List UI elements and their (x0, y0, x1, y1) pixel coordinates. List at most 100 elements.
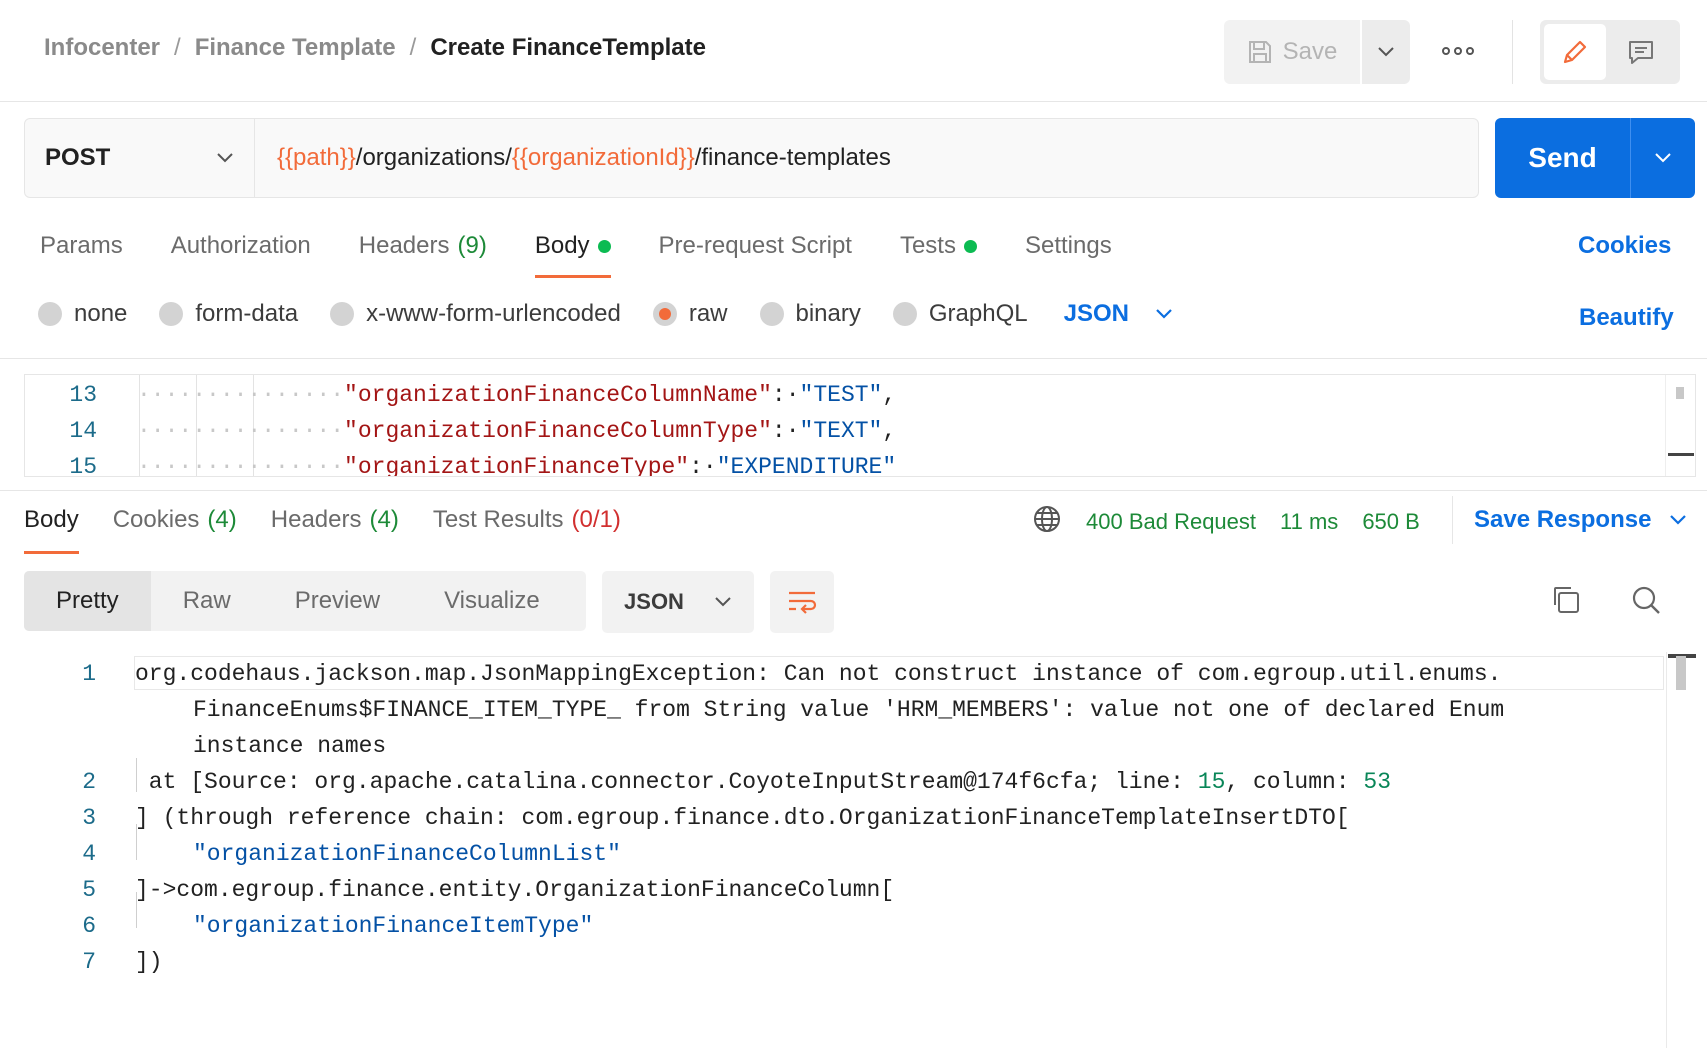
response-tab-test-results[interactable]: Test Results (0/1) (433, 506, 621, 534)
scrollbar-thumb[interactable] (1676, 387, 1684, 399)
line-number: 15 (69, 454, 97, 477)
code-text: at [Source: org.apache.catalina.connecto… (135, 769, 1391, 795)
line-number: 5 (82, 877, 96, 903)
beautify-button[interactable]: Beautify (1579, 304, 1674, 332)
response-time[interactable]: 11 ms (1280, 509, 1338, 535)
tab-settings[interactable]: Settings (1025, 228, 1112, 264)
tab-count: (0/1) (571, 506, 621, 533)
json-comma: , (882, 418, 897, 444)
method-select[interactable]: POST (25, 119, 255, 197)
edit-mode-button[interactable] (1544, 24, 1606, 80)
tab-authorization[interactable]: Authorization (171, 228, 311, 264)
line-number: 7 (82, 949, 96, 975)
json-key: "organizationFinanceType" (344, 454, 690, 477)
tab-count: (4) (369, 506, 399, 533)
breadcrumb-item-infocenter[interactable]: Infocenter (44, 34, 160, 62)
copy-icon (1554, 587, 1579, 613)
radio-icon (38, 302, 62, 326)
tab-tests[interactable]: Tests (900, 228, 977, 264)
send-button[interactable]: Send (1495, 118, 1631, 198)
tab-headers[interactable]: Headers (9) (359, 228, 487, 264)
body-type-form-data[interactable]: form-data (159, 300, 298, 328)
divider (0, 490, 1707, 491)
word-wrap-button[interactable] (770, 571, 834, 633)
tab-label: Body (24, 506, 79, 533)
response-tab-headers[interactable]: Headers (4) (271, 506, 399, 534)
save-response-button[interactable]: Save Response (1474, 506, 1687, 534)
code-text: ] (through reference chain: com.egroup.f… (135, 805, 1350, 831)
cookies-link[interactable]: Cookies (1578, 232, 1671, 260)
chevron-down-icon (1670, 515, 1687, 525)
whitespace-dots: ··············· (137, 382, 345, 408)
tab-params[interactable]: Params (40, 228, 123, 264)
breadcrumb-item-finance-template[interactable]: Finance Template (195, 34, 396, 62)
scrollbar[interactable] (1665, 375, 1695, 476)
status-dot-icon (597, 239, 611, 253)
radio-label: GraphQL (928, 300, 1028, 327)
view-visualize-button[interactable]: Visualize (412, 571, 572, 631)
ellipsis-icon (1442, 47, 1450, 55)
status-dot-icon (963, 239, 977, 253)
wrap-lines-icon (789, 591, 817, 614)
json-colon: :· (771, 382, 800, 408)
view-pretty-button[interactable]: Pretty (24, 571, 151, 631)
comments-mode-button[interactable] (1610, 24, 1672, 80)
whitespace-dots: ··············· (137, 418, 345, 444)
body-type-raw[interactable]: raw (652, 300, 728, 328)
response-tab-body[interactable]: Body (24, 506, 79, 554)
tab-label: Settings (1024, 232, 1112, 259)
code-text: org.codehaus.jackson.map.JsonMappingExce… (135, 661, 1502, 687)
scrollbar-track[interactable] (1666, 652, 1667, 1048)
tab-label: Headers (270, 506, 362, 533)
tab-count: (9) (457, 232, 487, 259)
copy-button[interactable] (1550, 584, 1582, 621)
save-options-button[interactable] (1362, 20, 1410, 84)
tab-label: Tests (899, 232, 956, 259)
json-value: "EXPENDITURE" (716, 454, 897, 477)
body-type-graphql[interactable]: GraphQL (892, 300, 1028, 328)
line-number: 14 (69, 418, 97, 444)
json-value: "TEST" (799, 382, 883, 408)
tab-body[interactable]: Body (534, 228, 611, 278)
url-variable: {{organizationId}} (511, 144, 695, 171)
save-button[interactable]: Save (1224, 20, 1360, 84)
radio-icon (759, 302, 784, 326)
line-number: 13 (69, 382, 97, 408)
scrollbar-thumb[interactable] (1676, 656, 1686, 690)
url-input[interactable]: {{path}} /organizations/ {{organizationI… (255, 119, 891, 197)
request-tabs: Params Authorization Headers (9) Body Pre… (40, 228, 1160, 278)
body-type-urlencoded[interactable]: x-www-form-urlencoded (330, 300, 621, 328)
code-text: instance names (193, 733, 387, 759)
more-options-button[interactable] (1436, 36, 1480, 66)
request-body-editor[interactable]: 13 ··············· "organizationFinanceCol… (24, 374, 1696, 477)
divider (0, 358, 1707, 359)
response-tab-cookies[interactable]: Cookies (4) (113, 506, 237, 534)
response-size[interactable]: 650 B (1362, 509, 1420, 535)
json-colon: :· (689, 454, 717, 477)
json-key: "organizationFinanceColumnName" (344, 382, 772, 408)
search-button[interactable] (1630, 584, 1662, 621)
radio-label: form-data (195, 300, 299, 327)
page-title[interactable]: Create FinanceTemplate (430, 34, 706, 62)
body-type-none[interactable]: none (38, 300, 127, 328)
tab-pre-request-script[interactable]: Pre-request Script (659, 228, 852, 264)
chevron-down-icon (715, 597, 731, 607)
search-icon (1632, 586, 1660, 614)
code-text: ]->com.egroup.finance.entity.Organizatio… (135, 877, 895, 903)
code-line: 5 ]->com.egroup.finance.entity.Organizati… (0, 872, 894, 908)
body-language-select[interactable]: JSON (1064, 300, 1173, 328)
status-code[interactable]: 400 Bad Request (1086, 509, 1256, 535)
code-string: "organizationFinanceColumnList" (193, 841, 621, 867)
response-format-select[interactable]: JSON (602, 571, 754, 633)
radio-label: binary (795, 300, 861, 327)
json-comma: , (882, 382, 897, 408)
code-number: 53 (1363, 769, 1392, 795)
view-preview-button[interactable]: Preview (263, 571, 412, 631)
code-line: 2 at [Source: org.apache.catalina.connec… (0, 764, 1391, 800)
view-raw-button[interactable]: Raw (151, 571, 263, 631)
globe-icon[interactable] (1032, 504, 1062, 540)
tab-label: Pre-request Script (658, 232, 852, 259)
body-type-binary[interactable]: binary (759, 300, 861, 328)
response-tabs: Body Cookies (4) Headers (4) Test Results (… (24, 506, 655, 554)
send-options-button[interactable] (1631, 118, 1695, 198)
